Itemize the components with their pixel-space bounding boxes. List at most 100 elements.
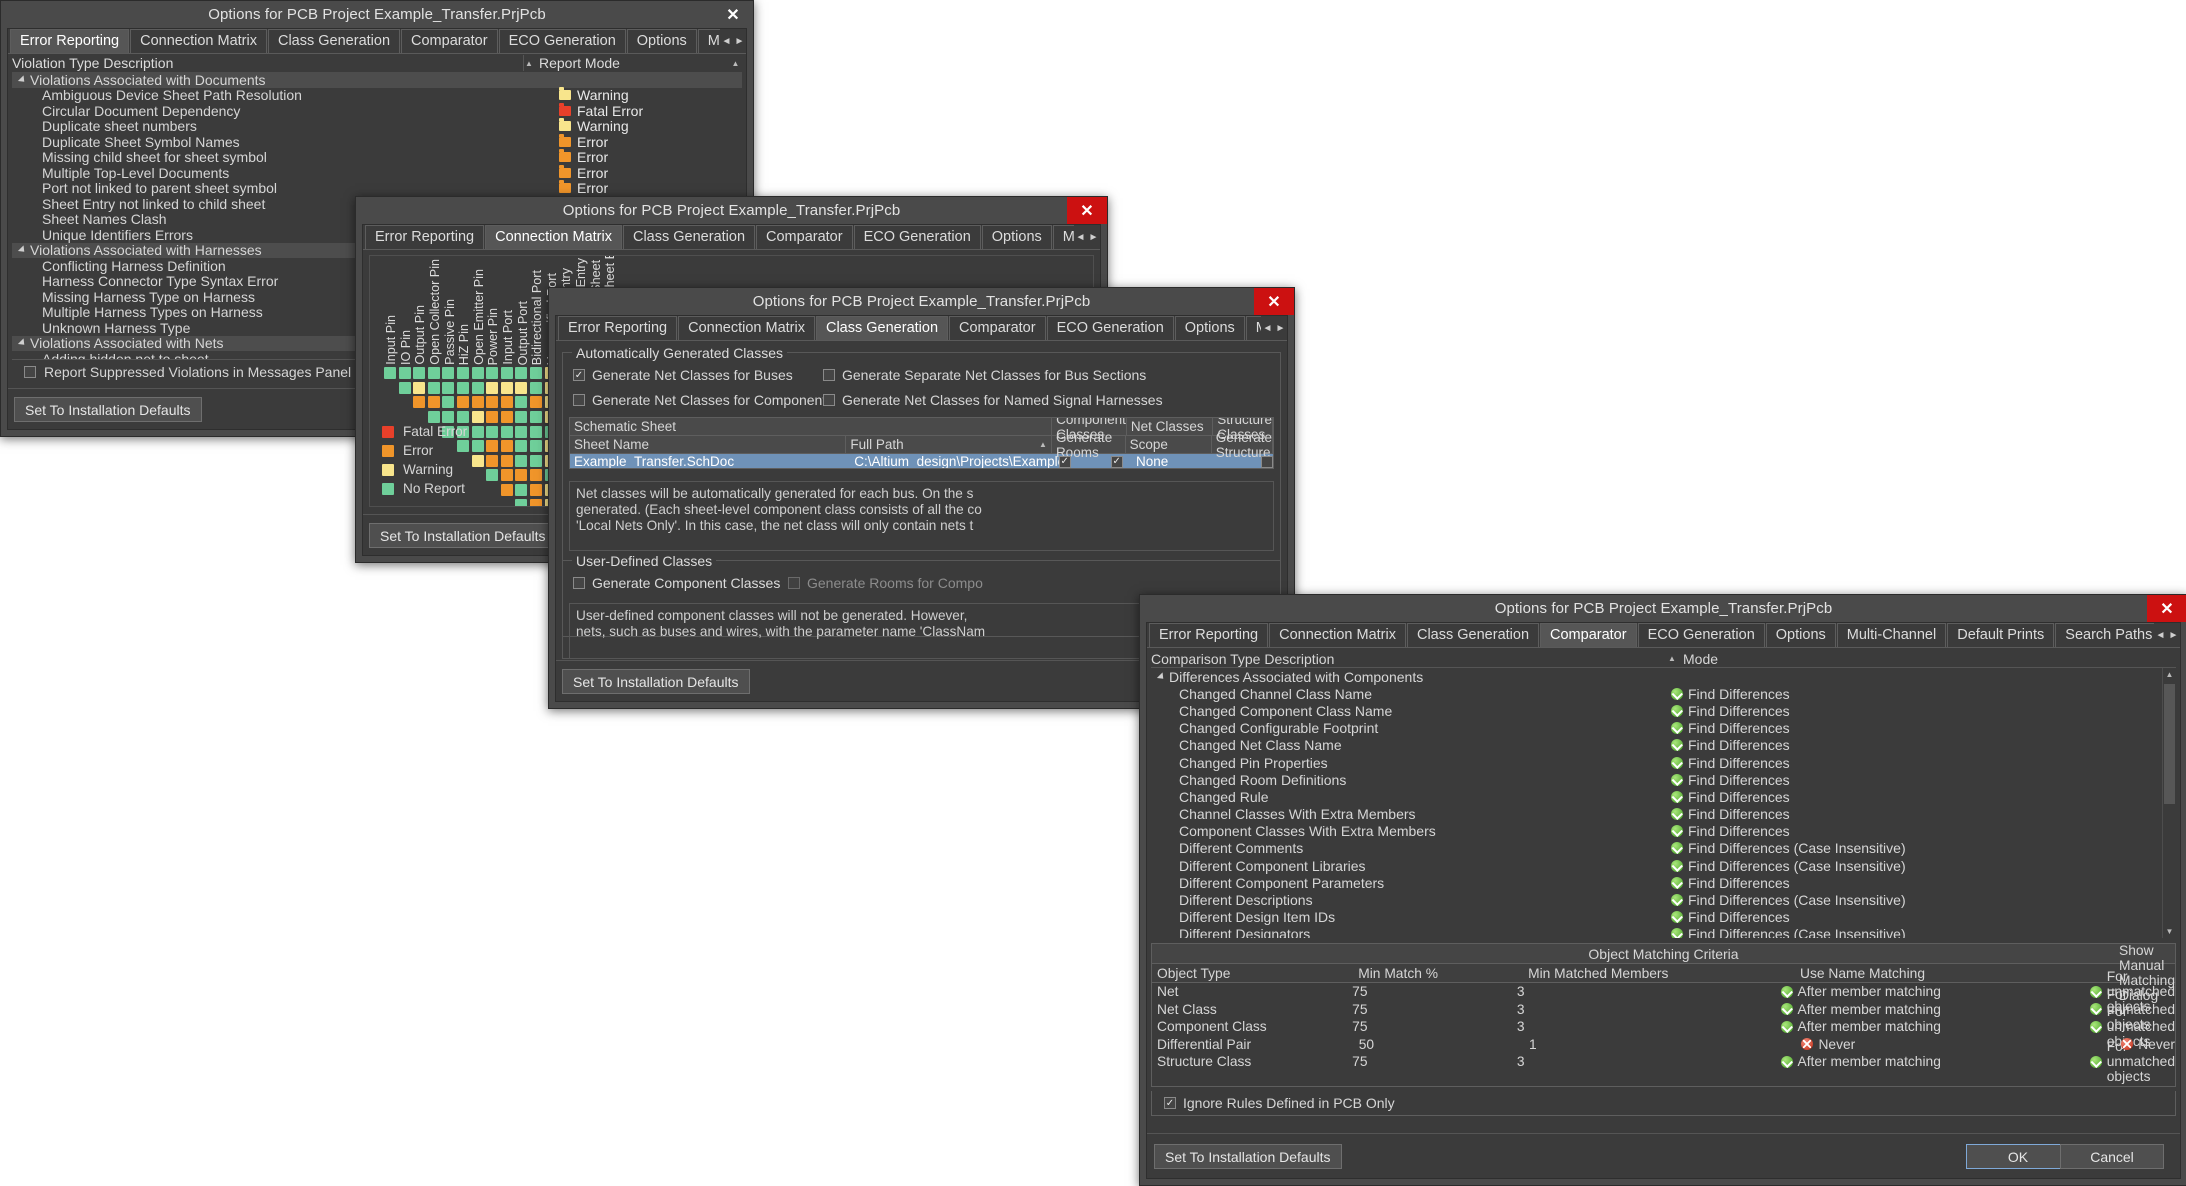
set-defaults-button[interactable]: Set To Installation Defaults — [1154, 1144, 1342, 1169]
comparison-row[interactable]: Different Component Libraries Find Differ… — [1151, 857, 2163, 874]
tab-error-reporting[interactable]: Error Reporting — [365, 225, 485, 249]
tab-options[interactable]: Options — [981, 225, 1052, 249]
tab-options[interactable]: Options — [1765, 623, 1836, 647]
column-header-comparison-description[interactable]: Comparison Type Description — [1151, 650, 1666, 667]
matrix-cell[interactable] — [486, 440, 499, 453]
violation-row[interactable]: Missing child sheet for sheet symbol Erro… — [12, 149, 742, 165]
set-defaults-button[interactable]: Set To Installation Defaults — [562, 669, 750, 694]
matrix-cell[interactable] — [515, 469, 528, 482]
tab-connection-matrix[interactable]: Connection Matrix — [485, 225, 622, 249]
matrix-cell[interactable] — [500, 454, 513, 467]
tab-scroll-right-icon[interactable]: ► — [1274, 316, 1287, 340]
matrix-cell[interactable] — [413, 396, 426, 409]
matrix-cell[interactable] — [413, 367, 426, 380]
table-row[interactable]: Differential Pair 50 1 Never Never — [1152, 1036, 2175, 1054]
grid-sub-header[interactable]: Generate Structure — [1212, 430, 1273, 460]
matrix-cell[interactable] — [471, 440, 484, 453]
matrix-cell[interactable] — [529, 411, 542, 424]
grid-group-header-row[interactable]: Schematic Sheet Component Classes Net Clas… — [570, 418, 1273, 442]
tab-search-paths[interactable]: Search Paths — [2055, 623, 2163, 647]
tab-class-generation[interactable]: Class Generation — [815, 316, 949, 340]
matrix-cell[interactable] — [500, 469, 513, 482]
comparison-mode-cell[interactable]: Find Differences — [1671, 909, 2163, 925]
matrix-cell[interactable] — [529, 381, 542, 394]
matrix-cell[interactable] — [500, 381, 513, 394]
ignore-rules-checkbox[interactable]: ✓ — [1164, 1097, 1176, 1109]
violation-row[interactable]: Port not linked to parent sheet symbol Er… — [12, 180, 742, 196]
tab-scroll-left-icon[interactable]: ◄ — [2154, 623, 2167, 647]
generate-rooms-checkbox[interactable]: ✓ — [1110, 455, 1123, 468]
comparison-row[interactable]: Different Component Parameters Find Diffe… — [1151, 874, 2163, 891]
generate-structure-checkbox[interactable] — [1261, 455, 1273, 468]
cell-min-members[interactable]: 3 — [1512, 1002, 1776, 1017]
tab-class-generation[interactable]: Class Generation — [267, 29, 401, 53]
set-defaults-button[interactable]: Set To Installation Defaults — [369, 523, 557, 548]
matrix-cell[interactable] — [471, 367, 484, 380]
scroll-down-arrow-icon[interactable]: ▼ — [2163, 925, 2176, 938]
matrix-cell[interactable] — [471, 396, 484, 409]
comparison-row[interactable]: Different Designators Find Differences (C… — [1151, 926, 2163, 938]
object-matching-criteria-panel[interactable]: Object Matching Criteria Object Type Min … — [1151, 943, 2176, 1087]
comparison-mode-cell[interactable]: Find Differences — [1671, 755, 2163, 771]
grid-sub-header[interactable]: Full Path ▲ — [846, 436, 1052, 453]
comparison-mode-cell[interactable]: Find Differences — [1671, 823, 2163, 839]
matrix-cell[interactable] — [500, 484, 513, 497]
tab-default-prints[interactable]: Default Prints — [1947, 623, 2055, 647]
column-header-mode[interactable]: Mode — [1678, 650, 2163, 667]
cell-use-name-matching[interactable]: After member matching — [1776, 1054, 2085, 1069]
object-matching-header[interactable]: Min Matched Members — [1523, 966, 1795, 981]
cell-use-name-matching[interactable]: After member matching — [1776, 1002, 2085, 1017]
column-header-report-mode[interactable]: Report Mode — [534, 55, 729, 71]
matrix-cell[interactable] — [427, 381, 440, 394]
comparison-mode-cell[interactable]: Find Differences — [1671, 875, 2163, 891]
cell-min-match[interactable]: 75 — [1347, 1019, 1512, 1034]
matrix-cell[interactable] — [515, 440, 528, 453]
matrix-cell[interactable] — [500, 367, 513, 380]
matrix-cell[interactable] — [486, 469, 499, 482]
cell-min-match[interactable]: 75 — [1347, 1002, 1512, 1017]
comparison-row[interactable]: Component Classes With Extra Members Find… — [1151, 823, 2163, 840]
violation-row[interactable]: Circular Document Dependency Fatal Error — [12, 102, 742, 119]
comparison-row[interactable]: Changed Net Class Name Find Differences — [1151, 737, 2163, 754]
expand-collapse-icon[interactable] — [17, 75, 28, 85]
grid-sub-header[interactable]: Sheet Name — [570, 436, 847, 453]
grid-sub-header-row[interactable]: Sheet Name Full Path ▲ Generate Rooms Scope G… — [570, 430, 1273, 460]
cell-generate-structure[interactable] — [1219, 455, 1273, 468]
cell-object-type[interactable]: Structure Class — [1152, 1054, 1347, 1069]
comparison-row[interactable]: Changed Pin Properties Find Differences — [1151, 754, 2163, 771]
violation-row[interactable]: Ambiguous Device Sheet Path Resolution Wa… — [12, 87, 742, 103]
matrix-cell[interactable] — [529, 484, 542, 497]
matrix-cell[interactable] — [456, 381, 469, 394]
comparison-row[interactable]: Changed Room Definitions Find Differences — [1151, 771, 2163, 788]
tab-scroll-right-icon[interactable]: ► — [2167, 623, 2180, 647]
tab-error-reporting[interactable]: Error Reporting — [10, 29, 130, 53]
grid-sub-header[interactable]: Generate Rooms — [1052, 430, 1126, 460]
schematic-sheet-grid[interactable]: Schematic Sheet Component Classes Net Clas… — [569, 417, 1274, 469]
scrollbar-thumb[interactable] — [2164, 684, 2175, 804]
matrix-cell[interactable] — [500, 411, 513, 424]
cell-min-match[interactable]: 75 — [1347, 984, 1512, 999]
violation-mode-cell[interactable]: Warning — [539, 87, 742, 103]
object-matching-header[interactable]: Object Type — [1152, 966, 1353, 981]
matrix-cell[interactable] — [515, 484, 528, 497]
tab-options[interactable]: Options — [626, 29, 697, 53]
table-row[interactable]: Structure Class 75 3 After member matching F… — [1152, 1039, 2175, 1084]
tab-comparator[interactable]: Comparator — [949, 316, 1046, 340]
tab-eco-generation[interactable]: ECO Generation — [1046, 316, 1174, 340]
table-row[interactable]: Net 75 3 After member matching For unmatched… — [1152, 969, 2175, 1014]
close-icon[interactable]: ✕ — [713, 1, 753, 28]
comparison-mode-cell[interactable]: Find Differences — [1671, 686, 2163, 702]
cell-object-type[interactable]: Net — [1152, 984, 1347, 999]
cell-object-type[interactable]: Component Class — [1152, 1019, 1347, 1034]
cell-sheet-name[interactable]: Example_Transfer.SchDoc — [570, 454, 850, 468]
comparison-mode-cell[interactable]: Find Differences — [1671, 703, 2163, 719]
matrix-cell[interactable] — [515, 425, 528, 438]
tab-connection-matrix[interactable]: Connection Matrix — [678, 316, 815, 340]
class-generation-checkbox-row[interactable]: Generate Separate Net Classes for Bus Se… — [823, 367, 1146, 383]
comparison-mode-cell[interactable]: Find Differences (Case Insensitive) — [1671, 926, 2163, 938]
cell-min-match[interactable]: 50 — [1354, 1037, 1524, 1052]
comparator-list-scrollbar[interactable]: ▲ ▼ — [2162, 668, 2176, 938]
matrix-cell[interactable] — [500, 425, 513, 438]
tab-class-generation[interactable]: Class Generation — [622, 225, 756, 249]
violation-mode-cell[interactable]: Error — [539, 164, 742, 181]
